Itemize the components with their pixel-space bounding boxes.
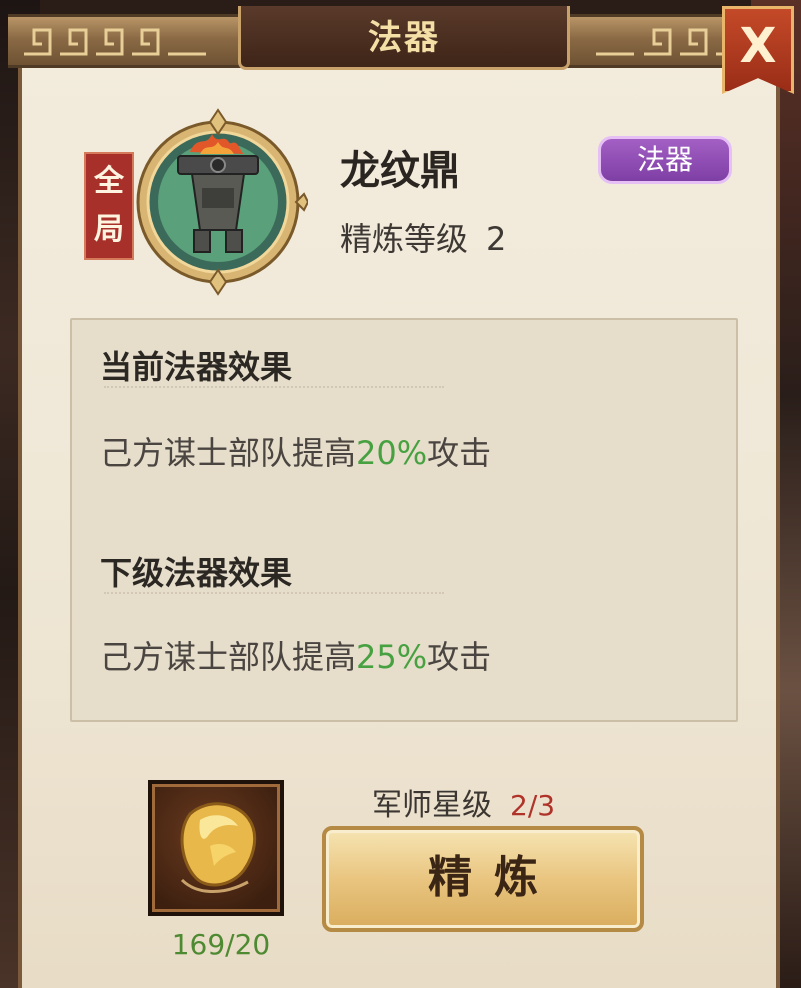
brazier-icon	[136, 108, 310, 296]
effects-panel: 当前法器效果 己方谋士部队提高20%攻击 下级法器效果 己方谋士部队提高25%攻…	[70, 318, 738, 722]
next-effect-percent: 25%	[356, 638, 428, 676]
item-type-tag: 法器	[598, 136, 732, 184]
meander-ornament-left	[24, 28, 206, 56]
current-effect-title: 当前法器效果	[100, 348, 293, 386]
refine-button[interactable]: 精炼	[322, 826, 644, 932]
divider	[104, 384, 444, 388]
item-name: 龙纹鼎	[340, 148, 460, 194]
item-icon	[128, 104, 310, 300]
current-effect-prefix: 己方谋士部队提高	[100, 434, 357, 472]
refine-level-row: 精炼等级 2	[340, 214, 506, 260]
strategist-star-label: 军师星级	[372, 788, 492, 823]
material-count: 169/20	[171, 928, 271, 961]
current-effect-text: 己方谋士部队提高20%攻击	[100, 428, 491, 474]
next-effect-title: 下级法器效果	[100, 554, 293, 592]
strategist-star-value: 2/3	[510, 789, 556, 822]
next-effect-prefix: 己方谋士部队提高	[100, 638, 357, 676]
strategist-star-row: 军师星级 2/3	[372, 780, 555, 824]
divider	[104, 590, 444, 594]
gold-ore-icon	[180, 802, 257, 894]
scope-badge: 全局	[84, 152, 134, 260]
refine-level-value: 2	[486, 220, 507, 258]
dialog-title: 法器	[368, 18, 440, 58]
current-effect-percent: 20%	[356, 434, 428, 472]
current-effect-suffix: 攻击	[427, 434, 492, 472]
refine-level-label: 精炼等级	[340, 220, 469, 258]
material-slot[interactable]	[148, 780, 284, 916]
next-effect-suffix: 攻击	[427, 638, 492, 676]
next-effect-text: 己方谋士部队提高25%攻击	[100, 632, 491, 678]
